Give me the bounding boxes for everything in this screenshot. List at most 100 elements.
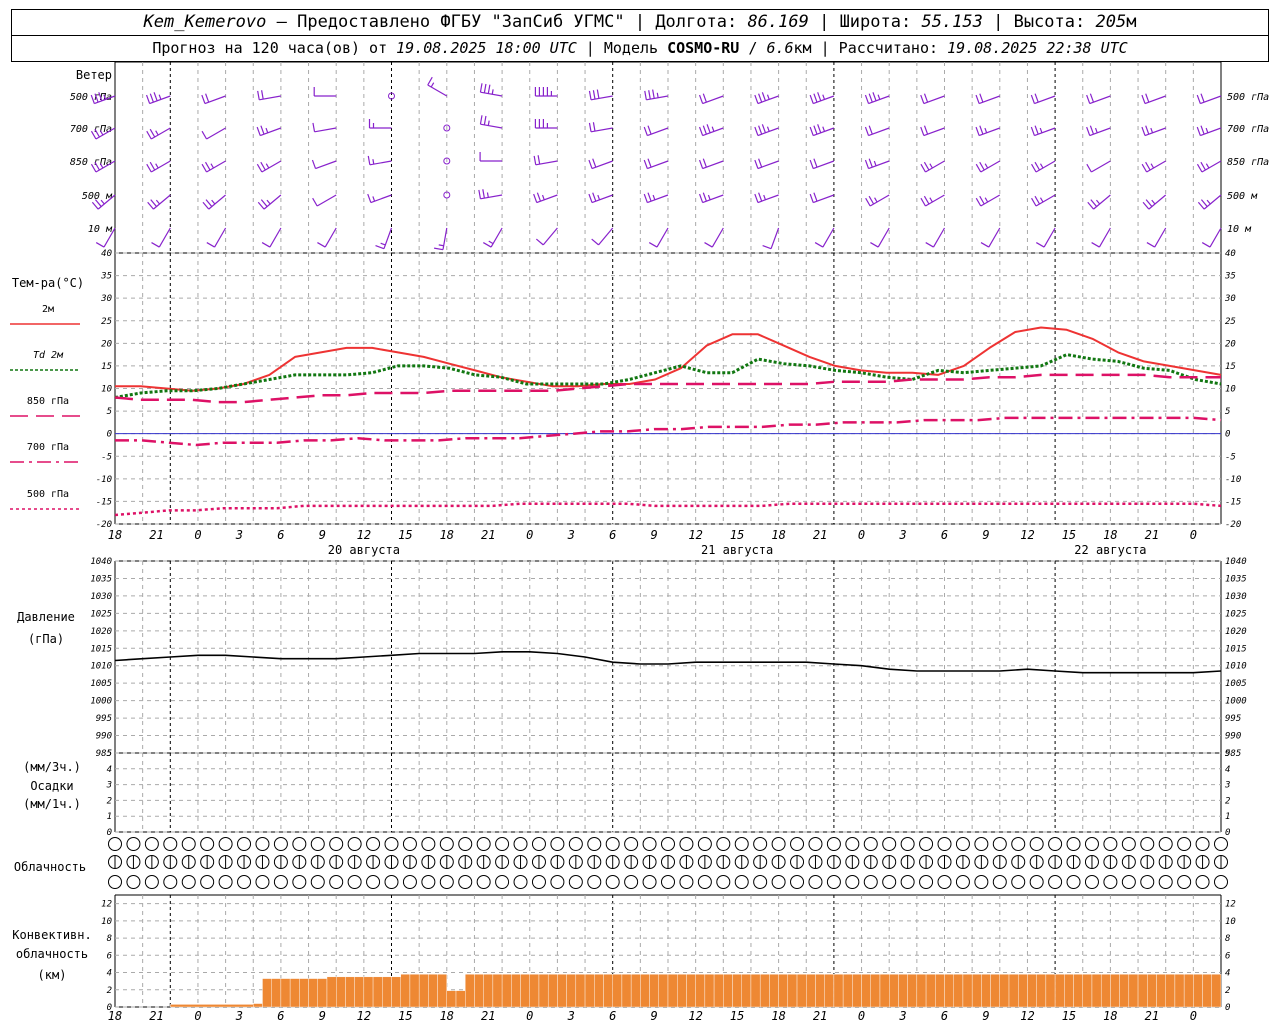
cloud-cover-symbol [900,837,915,851]
wind-barb-feather [702,192,707,202]
wind-barb [542,227,558,246]
wind-barb-feather [1196,126,1201,136]
wind-barb-feather [814,242,824,248]
pressure-unit: (гПа) [28,632,64,646]
time-axis-hour-label: 12 [357,528,371,542]
wind-barb-half-feather [155,199,161,205]
wind-barb [925,160,945,173]
convective-bar [437,974,448,1008]
convective-panel-ytick-left: 4 [107,969,112,979]
wind-barb-feather [149,93,154,103]
temp-panel-ytick-left: 35 [100,272,112,282]
wind-title: Ветер [76,68,112,82]
bottom-time-axis-hour-label: 3 [235,1009,243,1023]
convective-bar [630,974,641,1008]
wind-barb-feather [809,193,814,203]
wind-barb-feather [206,242,215,248]
wind-barb-feather [872,92,877,101]
wind-barb-half-feather [1039,163,1044,169]
wind-barb-feather [1201,242,1211,248]
wind-barb-feather [817,124,822,133]
wind-barb-feather [261,242,271,248]
wind-barb-feather [260,125,265,135]
wind-barb-feather [870,242,879,248]
convective-bar [455,990,466,1008]
convective-bar [806,974,816,1008]
convective-bar [852,974,862,1008]
wind-level-label-right: 850 гПа [1227,157,1269,168]
wind-barb-feather [153,92,158,101]
bottom-time-axis-hour-label: 21 [813,1009,827,1023]
wind-barb-feather [1087,201,1095,210]
wind-barb-feather [809,126,814,136]
convective-bar [1128,974,1139,1008]
precip-unit-3h: (мм/3ч.) [23,760,81,774]
cloud-cover-symbol [679,837,694,851]
wind-barb-feather [979,93,984,103]
wind-barb-feather [1145,161,1151,171]
wind-barb-half-feather [1150,163,1155,169]
cloud-cover-symbol [845,837,860,851]
wind-barb-feather [1034,195,1041,205]
wind-barb-feather [761,92,767,101]
wind-barb-feather [648,242,658,248]
convective-bar [889,974,899,1008]
pressure-panel-ytick-right: 990 [1225,732,1241,742]
wind-barb-feather [146,163,152,173]
wind-barb-feather [643,126,648,136]
time-axis-hour-label: 3 [235,528,243,542]
cloud-cover-symbol [826,875,841,889]
wind-barb-half-feather [438,244,444,247]
wind-barb-feather [1090,199,1098,207]
precip-panel-ytick-left: 1 [107,812,112,822]
wind-barb [316,194,337,207]
temp-panel-ytick-left: -10 [96,475,112,485]
wind-barb-feather [261,90,264,100]
wind-barb-feather [813,158,818,168]
cloud-cover-symbol [476,837,491,851]
wind-barb-feather [647,192,652,202]
cloud-cover-symbol [882,837,897,851]
cloud-cover-symbol [550,875,565,889]
wind-barb-feather [1089,125,1095,135]
convective-bar [372,976,383,1008]
wind-barb [1203,194,1222,210]
wind-barb-feather [91,201,99,210]
wind-barb-feather [1141,126,1146,136]
temp-panel-ytick-left: 25 [101,317,112,327]
wind-barb [261,160,282,173]
convective-panel-ytick-left: 10 [101,917,112,927]
wind-barb-feather [923,125,929,135]
convective-bar [547,974,558,1008]
cloud-cover-symbol [329,837,344,851]
wind-barb-feather [758,93,763,103]
precip-panel-ytick-right: 4 [1225,765,1230,775]
convective-bar [750,974,761,1008]
cloud-cover-symbol [1103,837,1118,851]
wind-barb-feather [150,199,157,207]
cloud-cover-symbol [642,837,657,851]
convective-bar [796,974,807,1008]
wind-barb-feather [813,93,818,103]
wind-barb [980,160,1001,173]
temp-panel-ytick-right: 35 [1224,272,1236,282]
convective-bar [704,974,715,1008]
time-axis-hour-label: 0 [1190,528,1197,542]
wind-barb-feather [533,155,537,165]
wind-barb-half-feather [652,194,656,200]
temp-title: Тем-ра(°С) [12,276,84,290]
wind-barb-feather [754,126,759,136]
bottom-time-axis-hour-label: 6 [609,1009,616,1023]
cloud-cover-symbol [568,837,583,851]
convective-bar [677,974,687,1008]
cloud-cover-symbol [531,875,546,889]
cloud-cover-symbol [937,837,952,851]
wind-barb-feather [592,192,597,202]
convective-bar [529,974,540,1008]
wind-barb-feather [652,89,655,99]
wind-barb-feather [1145,93,1150,103]
convective-bar [695,974,706,1008]
convective-bar [898,974,908,1008]
convective-bar [1073,974,1083,1008]
convective-unit: (км) [38,968,67,982]
